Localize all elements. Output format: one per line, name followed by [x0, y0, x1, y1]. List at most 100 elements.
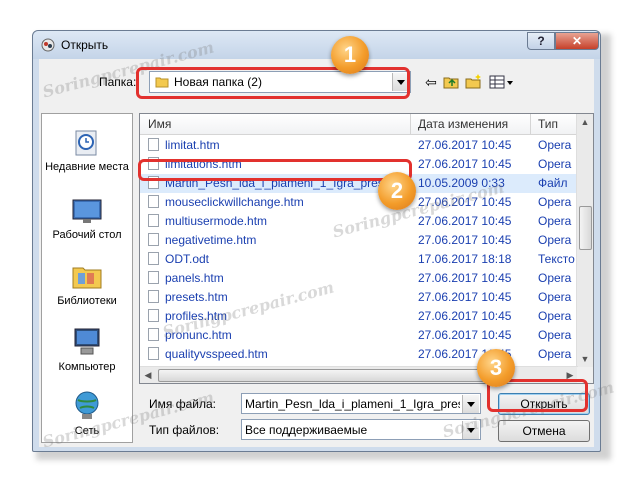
- filetype-select[interactable]: Все поддерживаемые: [241, 419, 481, 440]
- file-icon: [148, 347, 159, 360]
- file-row[interactable]: profiles.htm 27.06.2017 10:45 Opera: [140, 307, 580, 326]
- file-icon: [148, 271, 159, 284]
- place-label: Рабочий стол: [52, 229, 122, 241]
- new-folder-icon[interactable]: [465, 73, 483, 91]
- file-name: limitat.htm: [148, 138, 410, 152]
- file-name: pronunc.htm: [148, 328, 410, 342]
- file-type: Opera: [538, 271, 572, 285]
- file-date: 17.06.2017 18:18: [418, 252, 512, 266]
- up-folder-icon[interactable]: [443, 73, 461, 91]
- file-icon: [148, 309, 159, 322]
- scroll-down-icon[interactable]: ▼: [577, 351, 593, 367]
- file-list: Имя Дата изменения Тип limitat.htm 27.06.…: [139, 113, 594, 384]
- file-type: Opera: [538, 195, 572, 209]
- file-row[interactable]: multiusermode.htm 27.06.2017 10:45 Opera: [140, 212, 580, 231]
- file-type: Opera: [538, 290, 572, 304]
- file-type: Opera: [538, 328, 572, 342]
- scroll-left-icon[interactable]: ◀: [140, 367, 156, 383]
- place-label: Библиотеки: [57, 295, 117, 307]
- filename-value: Martin_Pesn_lda_i_plameni_1_Igra_prestol…: [245, 397, 460, 411]
- title-bar[interactable]: Открыть ? ✕: [33, 31, 600, 59]
- place-recent[interactable]: Недавние места: [42, 128, 132, 174]
- step-badge-1: 1: [331, 36, 369, 74]
- file-type: Файл: [538, 176, 568, 190]
- network-icon: [75, 391, 99, 419]
- file-type: Тексто: [538, 252, 575, 266]
- computer-icon: [74, 328, 100, 355]
- file-name: presets.htm: [148, 290, 410, 304]
- file-icon: [148, 214, 159, 227]
- place-label: Сеть: [74, 425, 100, 437]
- file-date: 27.06.2017 10:45: [418, 195, 512, 209]
- folder-label: Папка:: [99, 75, 137, 89]
- step-badge-3: 3: [477, 349, 515, 387]
- chevron-down-icon[interactable]: [462, 421, 479, 439]
- scroll-thumb[interactable]: [579, 206, 592, 250]
- file-type: Opera: [538, 138, 572, 152]
- file-row[interactable]: ODT.odt 17.06.2017 18:18 Тексто: [140, 250, 580, 269]
- scroll-up-icon[interactable]: ▲: [577, 114, 593, 130]
- file-type: Opera: [538, 347, 572, 361]
- file-type: Opera: [538, 157, 572, 171]
- file-row[interactable]: pronunc.htm 27.06.2017 10:45 Opera: [140, 326, 580, 345]
- filename-input[interactable]: Martin_Pesn_lda_i_plameni_1_Igra_prestol…: [241, 393, 481, 414]
- close-button[interactable]: ✕: [555, 32, 599, 50]
- file-name: multiusermode.htm: [148, 214, 410, 228]
- place-computer[interactable]: Компьютер: [42, 326, 132, 374]
- file-date: 27.06.2017 10:45: [418, 214, 512, 228]
- file-icon: [148, 290, 159, 303]
- place-label: Недавние места: [45, 161, 129, 173]
- file-date: 27.06.2017 10:45: [418, 290, 512, 304]
- file-type: Opera: [538, 309, 572, 323]
- vertical-scrollbar[interactable]: ▲ ▼: [576, 114, 593, 367]
- file-name: ODT.odt: [148, 252, 410, 266]
- column-type[interactable]: Тип: [538, 117, 558, 131]
- app-icon: [41, 38, 55, 52]
- column-date[interactable]: Дата изменения: [418, 117, 508, 131]
- dialog-title: Открыть: [61, 38, 109, 52]
- file-icon: [148, 328, 159, 341]
- file-icon: [148, 252, 159, 265]
- file-name: negativetime.htm: [148, 233, 410, 247]
- file-row[interactable]: presets.htm 27.06.2017 10:45 Opera: [140, 288, 580, 307]
- file-name: profiles.htm: [148, 309, 410, 323]
- cancel-button[interactable]: Отмена: [498, 420, 590, 442]
- desktop-icon: [72, 199, 102, 223]
- file-name: mouseclickwillchange.htm: [148, 195, 410, 209]
- file-row[interactable]: limitat.htm 27.06.2017 10:45 Opera: [140, 136, 580, 155]
- chevron-down-icon[interactable]: [462, 395, 479, 413]
- place-desktop[interactable]: Рабочий стол: [42, 198, 132, 242]
- file-date: 10.05.2009 0:33: [418, 176, 505, 190]
- column-name[interactable]: Имя: [148, 117, 171, 131]
- file-row[interactable]: panels.htm 27.06.2017 10:45 Opera: [140, 269, 580, 288]
- file-type: Opera: [538, 214, 572, 228]
- filetype-label: Тип файлов:: [149, 423, 220, 437]
- column-header: Имя Дата изменения Тип: [140, 114, 580, 135]
- file-type: Opera: [538, 233, 572, 247]
- place-libraries[interactable]: Библиотеки: [42, 262, 132, 308]
- file-date: 27.06.2017 10:45: [418, 328, 512, 342]
- folder-highlight: [136, 67, 410, 99]
- file-highlight: [138, 159, 412, 181]
- places-bar: Недавние места Рабочий стол Библиотеки К…: [41, 113, 133, 443]
- filetype-value: Все поддерживаемые: [245, 423, 368, 437]
- back-arrow-icon[interactable]: ⇦: [423, 73, 439, 91]
- file-date: 27.06.2017 10:45: [418, 271, 512, 285]
- hscroll-thumb[interactable]: [158, 369, 490, 382]
- file-row[interactable]: mouseclickwillchange.htm 27.06.2017 10:45…: [140, 193, 580, 212]
- file-icon: [148, 233, 159, 246]
- file-date: 27.06.2017 10:45: [418, 157, 512, 171]
- help-button[interactable]: ?: [527, 32, 555, 50]
- file-name: panels.htm: [148, 271, 410, 285]
- file-date: 27.06.2017 10:45: [418, 309, 512, 323]
- recent-places-icon: [75, 130, 97, 156]
- place-network[interactable]: Сеть: [42, 390, 132, 438]
- file-icon: [148, 195, 159, 208]
- libraries-icon: [72, 267, 102, 289]
- file-row[interactable]: negativetime.htm 27.06.2017 10:45 Opera: [140, 231, 580, 250]
- place-label: Компьютер: [58, 361, 116, 373]
- file-date: 27.06.2017 10:45: [418, 233, 512, 247]
- view-menu-icon[interactable]: [489, 73, 515, 91]
- step-badge-2: 2: [378, 172, 416, 210]
- file-name: qualityvsspeed.htm: [148, 347, 410, 361]
